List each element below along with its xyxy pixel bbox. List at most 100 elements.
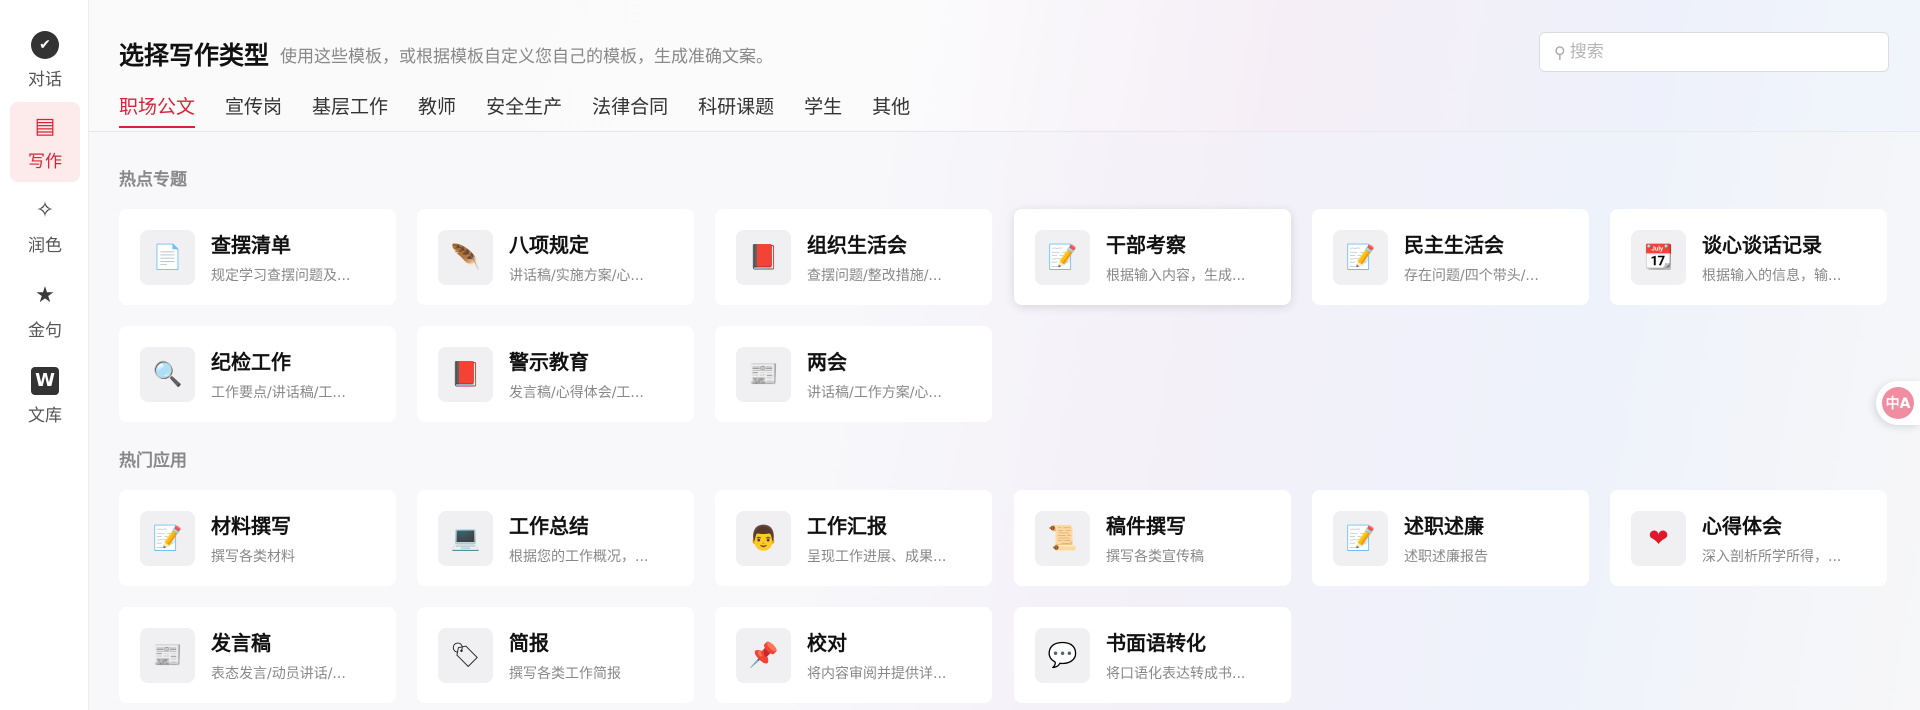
template-card[interactable]: 📌 校对 将内容审阅并提供详... — [715, 607, 992, 703]
card-desc: 规定学习查摆问题及... — [211, 268, 351, 284]
tab-safety[interactable]: 安全生产 — [486, 94, 562, 130]
card-title: 干部考察 — [1106, 233, 1186, 257]
tab-grassroots[interactable]: 基层工作 — [312, 94, 388, 130]
section-title-hot-topics: 热点专题 — [119, 170, 187, 190]
tab-workplace[interactable]: 职场公文 — [119, 94, 196, 130]
card-title: 八项规定 — [509, 233, 589, 257]
template-card[interactable]: 🪶 八项规定 讲话稿/实施方案/心... — [417, 209, 694, 305]
tab-publicity[interactable]: 宣传岗 — [225, 94, 282, 130]
card-title: 书面语转化 — [1106, 631, 1206, 655]
page-title: 选择写作类型 — [119, 41, 270, 70]
card-desc: 将内容审阅并提供详... — [807, 666, 947, 682]
sidebar-item-label: 对话 — [28, 69, 62, 90]
red-book-icon: 📕 — [736, 229, 791, 285]
calendar-icon: 📆 — [1631, 229, 1686, 285]
memo-icon: 📝 — [140, 510, 195, 566]
template-card[interactable]: 📕 警示教育 发言稿/心得体会/工... — [417, 326, 694, 422]
card-title: 工作汇报 — [807, 514, 887, 538]
template-card[interactable]: 👨 工作汇报呈现工作进展、成果... — [715, 490, 992, 586]
newspaper-icon: 📰 — [140, 627, 195, 683]
sidebar-item-label: 金句 — [28, 320, 62, 341]
template-card[interactable]: 💬 书面语转化将口语化表达转成书... — [1014, 607, 1291, 703]
card-title: 组织生活会 — [807, 233, 907, 257]
card-title: 纪检工作 — [211, 350, 291, 374]
sidebar-item-polish[interactable]: ✧ 润色 — [10, 186, 80, 266]
template-card[interactable]: 📰 两会 讲话稿/工作方案/心... — [715, 326, 992, 422]
laptop-icon: 💻 — [438, 510, 493, 566]
memo-icon: 📝 — [1333, 510, 1388, 566]
card-title: 心得体会 — [1702, 514, 1782, 538]
search-box[interactable]: ⚲ — [1539, 32, 1889, 72]
memo-icon: 📝 — [1035, 229, 1090, 285]
template-card[interactable]: 💻 工作总结根据您的工作概况，... — [417, 490, 694, 586]
chat-bubble-check-icon: ✔ — [31, 30, 59, 59]
card-desc: 表态发言/动员讲话/... — [211, 666, 346, 682]
template-card[interactable]: 📝 述职述廉 述职述廉报告 — [1312, 490, 1589, 586]
sidebar-item-writing[interactable]: ▤ 写作 — [10, 102, 80, 182]
template-card[interactable]: 📰 发言稿表态发言/动员讲话/... — [119, 607, 396, 703]
template-card[interactable]: 🔍 纪检工作工作要点/讲话稿/工... — [119, 326, 396, 422]
tab-research[interactable]: 科研课题 — [698, 94, 774, 130]
card-title: 民主生活会 — [1404, 233, 1504, 257]
card-desc: 撰写各类材料 — [211, 549, 295, 565]
search-input[interactable] — [1569, 42, 1860, 62]
library-w-icon: W — [31, 366, 59, 395]
speech-bubble-icon: 💬 — [1035, 627, 1090, 683]
card-title: 材料撰写 — [211, 514, 291, 538]
card-desc: 将口语化表达转成书... — [1106, 666, 1246, 682]
tab-legal[interactable]: 法律合同 — [592, 94, 668, 130]
card-desc: 述职述廉报告 — [1404, 549, 1488, 565]
card-desc: 根据输入的信息，输... — [1702, 268, 1842, 284]
tab-teacher[interactable]: 教师 — [418, 94, 456, 130]
card-title: 查摆清单 — [211, 233, 291, 257]
search-icon: ⚲ — [1554, 42, 1566, 62]
card-desc: 根据输入内容，生成... — [1106, 268, 1246, 284]
card-desc: 根据您的工作概况，... — [509, 549, 649, 565]
tabs-divider — [89, 131, 1920, 132]
tab-student[interactable]: 学生 — [804, 94, 842, 130]
translate-button[interactable]: 中A — [1876, 381, 1920, 425]
newspaper-icon: 📰 — [736, 346, 791, 402]
card-title: 发言稿 — [211, 631, 271, 655]
card-desc: 深入剖析所学所得，... — [1702, 549, 1842, 565]
card-title: 稿件撰写 — [1106, 514, 1186, 538]
star-sparkle-icon: ★ — [35, 283, 55, 308]
magnifier-icon: 🔍 — [140, 346, 195, 402]
page-icon: 📄 — [140, 229, 195, 285]
sidebar-item-label: 写作 — [28, 151, 62, 172]
template-card[interactable]: 📜 稿件撰写 撰写各类宣传稿 — [1014, 490, 1291, 586]
template-card[interactable]: 📝 干部考察根据输入内容，生成... — [1014, 209, 1291, 305]
card-desc: 工作要点/讲话稿/工... — [211, 385, 346, 401]
document-icon: ▤ — [34, 114, 56, 139]
card-title: 简报 — [509, 631, 549, 655]
category-tabs: 职场公文 宣传岗 基层工作 教师 安全生产 法律合同 科研课题 学生 其他 — [119, 94, 940, 130]
red-book-icon: 📕 — [438, 346, 493, 402]
sidebar-item-label: 润色 — [28, 235, 62, 256]
pushpin-icon: 📌 — [736, 627, 791, 683]
card-title: 两会 — [807, 350, 847, 374]
tag-icon: 🏷 — [438, 627, 493, 683]
sidebar-item-library[interactable]: W 文库 — [10, 356, 80, 436]
office-worker-icon: 👨 — [736, 510, 791, 566]
card-desc: 讲话稿/实施方案/心... — [509, 268, 644, 284]
card-title: 工作总结 — [509, 514, 589, 538]
sidebar-item-quotes[interactable]: ★ 金句 — [10, 271, 80, 351]
template-card[interactable]: ❤ 心得体会 深入剖析所学所得，... — [1610, 490, 1887, 586]
template-card[interactable]: 📝 材料撰写撰写各类材料 — [119, 490, 396, 586]
template-card[interactable]: 📄 查摆清单规定学习查摆问题及... — [119, 209, 396, 305]
template-card[interactable]: 📆 谈心谈话记录根据输入的信息，输... — [1610, 209, 1887, 305]
sidebar: ✔ 对话 ▤ 写作 ✧ 润色 ★ 金句 W 文库 — [0, 0, 89, 710]
page-subtitle: 使用这些模板，或根据模板自定义您自己的模板，生成准确文案。 — [280, 47, 773, 67]
card-title: 谈心谈话记录 — [1702, 233, 1822, 257]
card-desc: 查摆问题/整改措施/... — [807, 268, 942, 284]
template-card[interactable]: 📕 组织生活会查摆问题/整改措施/... — [715, 209, 992, 305]
card-desc: 发言稿/心得体会/工... — [509, 385, 644, 401]
card-desc: 呈现工作进展、成果... — [807, 549, 947, 565]
sidebar-item-chat[interactable]: ✔ 对话 — [10, 20, 80, 100]
template-card[interactable]: 🏷 简报 撰写各类工作简报 — [417, 607, 694, 703]
scroll-icon: 📜 — [1035, 510, 1090, 566]
translate-icon: 中A — [1882, 387, 1914, 419]
template-card[interactable]: 📝 民主生活会 存在问题/四个带头/... — [1312, 209, 1589, 305]
memo-icon: 📝 — [1333, 229, 1388, 285]
tab-other[interactable]: 其他 — [872, 94, 910, 130]
